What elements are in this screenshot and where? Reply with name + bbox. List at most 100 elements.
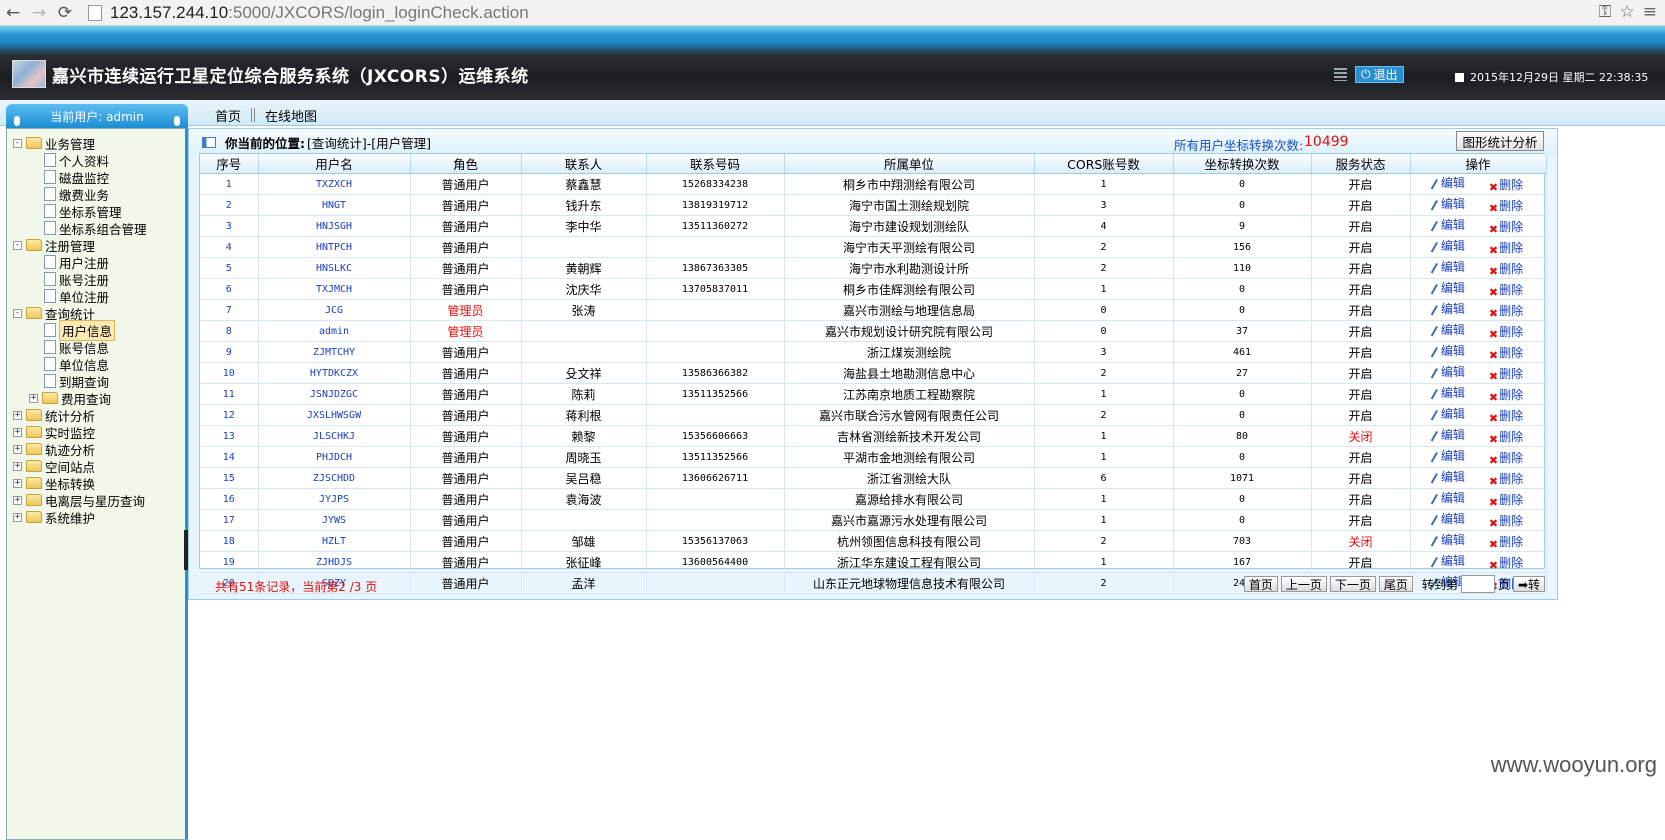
sidebar-item[interactable]: 单位信息 <box>44 355 109 373</box>
delete-link[interactable]: ✖删除 <box>1489 386 1523 403</box>
expand-icon[interactable]: + <box>13 427 22 437</box>
first-page-button[interactable]: 首页 <box>1243 576 1278 592</box>
sidebar-item[interactable]: + 轨迹分析 <box>13 440 95 458</box>
tab-home[interactable]: 首页 <box>205 106 251 125</box>
collapse-icon[interactable]: - <box>13 240 22 250</box>
sidebar-item[interactable]: 个人资料 <box>44 151 109 169</box>
username-link[interactable]: ZJHDJS <box>258 551 411 573</box>
delete-link[interactable]: ✖删除 <box>1489 323 1523 340</box>
sidebar-item[interactable]: + 费用查询 <box>29 389 111 407</box>
expand-icon[interactable]: + <box>13 461 22 471</box>
page-number-input[interactable] <box>1460 575 1495 593</box>
expand-icon[interactable]: + <box>13 444 22 454</box>
edit-link[interactable]: 编辑 <box>1430 426 1465 445</box>
edit-link[interactable]: 编辑 <box>1430 174 1465 193</box>
username-link[interactable]: JLSCHKJ <box>258 425 411 447</box>
sidebar-item[interactable]: 账号信息 <box>44 338 109 356</box>
sidebar-item[interactable]: + 坐标转换 <box>13 474 95 492</box>
delete-link[interactable]: ✖删除 <box>1489 260 1523 277</box>
username-link[interactable]: JXSLHWSGW <box>258 404 411 426</box>
sidebar-item[interactable]: + 空间站点 <box>13 457 95 475</box>
expand-icon[interactable]: + <box>13 410 22 420</box>
delete-link[interactable]: ✖删除 <box>1489 533 1523 550</box>
delete-link[interactable]: ✖删除 <box>1489 344 1523 361</box>
delete-link[interactable]: ✖删除 <box>1489 491 1523 508</box>
username-link[interactable]: HZLT <box>258 530 411 552</box>
key-icon[interactable]: ⚿ <box>1599 2 1612 22</box>
sidebar-item[interactable]: 单位注册 <box>44 287 109 305</box>
delete-link[interactable]: ✖删除 <box>1489 428 1523 445</box>
sidebar-item[interactable]: + 电离层与星历查询 <box>13 491 145 509</box>
sidebar-item[interactable]: - 业务管理 <box>13 134 95 152</box>
last-page-button[interactable]: 尾页 <box>1378 576 1413 592</box>
sidebar-item[interactable]: + 统计分析 <box>13 406 95 424</box>
username-link[interactable]: JSNJDZGC <box>258 383 411 405</box>
edit-link[interactable]: 编辑 <box>1430 405 1465 424</box>
delete-link[interactable]: ✖删除 <box>1489 470 1523 487</box>
edit-link[interactable]: 编辑 <box>1430 384 1465 403</box>
sidebar-item[interactable]: + 系统维护 <box>13 508 95 526</box>
delete-link[interactable]: ✖删除 <box>1489 218 1523 235</box>
sidebar-item[interactable]: + 实时监控 <box>13 423 95 441</box>
username-link[interactable]: JYJPS <box>258 488 411 510</box>
next-page-button[interactable]: 下一页 <box>1329 576 1376 592</box>
sidebar-item[interactable]: 用户信息 <box>44 319 116 341</box>
delete-link[interactable]: ✖删除 <box>1489 281 1523 298</box>
expand-icon[interactable]: + <box>13 495 22 505</box>
list-icon[interactable] <box>1334 68 1347 81</box>
edit-link[interactable]: 编辑 <box>1430 300 1465 319</box>
expand-icon[interactable]: + <box>13 478 22 488</box>
collapse-icon[interactable]: - <box>13 138 22 148</box>
expand-icon[interactable]: + <box>29 393 38 403</box>
delete-link[interactable]: ✖删除 <box>1489 365 1523 382</box>
expand-icon[interactable]: + <box>13 512 22 522</box>
edit-link[interactable]: 编辑 <box>1430 552 1465 571</box>
edit-link[interactable]: 编辑 <box>1430 468 1465 487</box>
username-link[interactable]: ZJMTCHY <box>258 341 411 363</box>
chart-analysis-button[interactable]: 图形统计分析 <box>1456 131 1544 151</box>
edit-link[interactable]: 编辑 <box>1430 510 1465 529</box>
logout-button[interactable]: ⏻ 退出 <box>1355 66 1404 83</box>
delete-link[interactable]: ✖删除 <box>1489 449 1523 466</box>
sidebar-item[interactable]: 坐标系组合管理 <box>44 219 147 237</box>
delete-link[interactable]: ✖删除 <box>1489 176 1523 193</box>
username-link[interactable]: HNSLKC <box>258 257 411 279</box>
username-link[interactable]: TXJMCH <box>258 278 411 300</box>
delete-link[interactable]: ✖删除 <box>1489 407 1523 424</box>
sidebar-item[interactable]: 账号注册 <box>44 270 109 288</box>
edit-link[interactable]: 编辑 <box>1430 279 1465 298</box>
edit-link[interactable]: 编辑 <box>1430 489 1465 508</box>
edit-link[interactable]: 编辑 <box>1430 216 1465 235</box>
tab-online-map[interactable]: 在线地图 <box>255 106 327 125</box>
username-link[interactable]: HNGT <box>258 194 411 216</box>
username-link[interactable]: JCG <box>258 299 411 321</box>
collapse-icon[interactable]: - <box>13 308 22 318</box>
edit-link[interactable]: 编辑 <box>1430 342 1465 361</box>
delete-link[interactable]: ✖删除 <box>1489 512 1523 529</box>
delete-link[interactable]: ✖删除 <box>1489 302 1523 319</box>
back-icon[interactable]: ← <box>0 0 26 26</box>
username-link[interactable]: JYWS <box>258 509 411 531</box>
delete-link[interactable]: ✖删除 <box>1489 239 1523 256</box>
edit-link[interactable]: 编辑 <box>1430 531 1465 550</box>
sidebar-item[interactable]: 用户注册 <box>44 253 109 271</box>
forward-icon[interactable]: → <box>26 0 52 26</box>
edit-link[interactable]: 编辑 <box>1430 237 1465 256</box>
sidebar-item[interactable]: 缴费业务 <box>44 185 109 203</box>
username-link[interactable]: HYTDKCZX <box>258 362 411 384</box>
username-link[interactable]: TXZXCH <box>258 173 411 195</box>
sidebar-item[interactable]: 到期查询 <box>44 372 109 390</box>
username-link[interactable]: HNJSGH <box>258 215 411 237</box>
menu-icon[interactable]: ≡ <box>1643 2 1657 22</box>
edit-link[interactable]: 编辑 <box>1430 195 1465 214</box>
prev-page-button[interactable]: 上一页 <box>1280 576 1327 592</box>
address-bar[interactable]: 123.157.244.10:5000/JXCORS/login_loginCh… <box>88 2 1598 24</box>
go-button[interactable]: ➡转 <box>1512 576 1545 592</box>
sidebar-item[interactable]: 磁盘监控 <box>44 168 109 186</box>
sidebar-item[interactable]: 坐标系管理 <box>44 202 122 220</box>
delete-link[interactable]: ✖删除 <box>1489 197 1523 214</box>
username-link[interactable]: HNTPCH <box>258 236 411 258</box>
reload-icon[interactable]: ⟳ <box>52 0 78 26</box>
edit-link[interactable]: 编辑 <box>1430 258 1465 277</box>
sidebar-item[interactable]: - 注册管理 <box>13 236 95 254</box>
